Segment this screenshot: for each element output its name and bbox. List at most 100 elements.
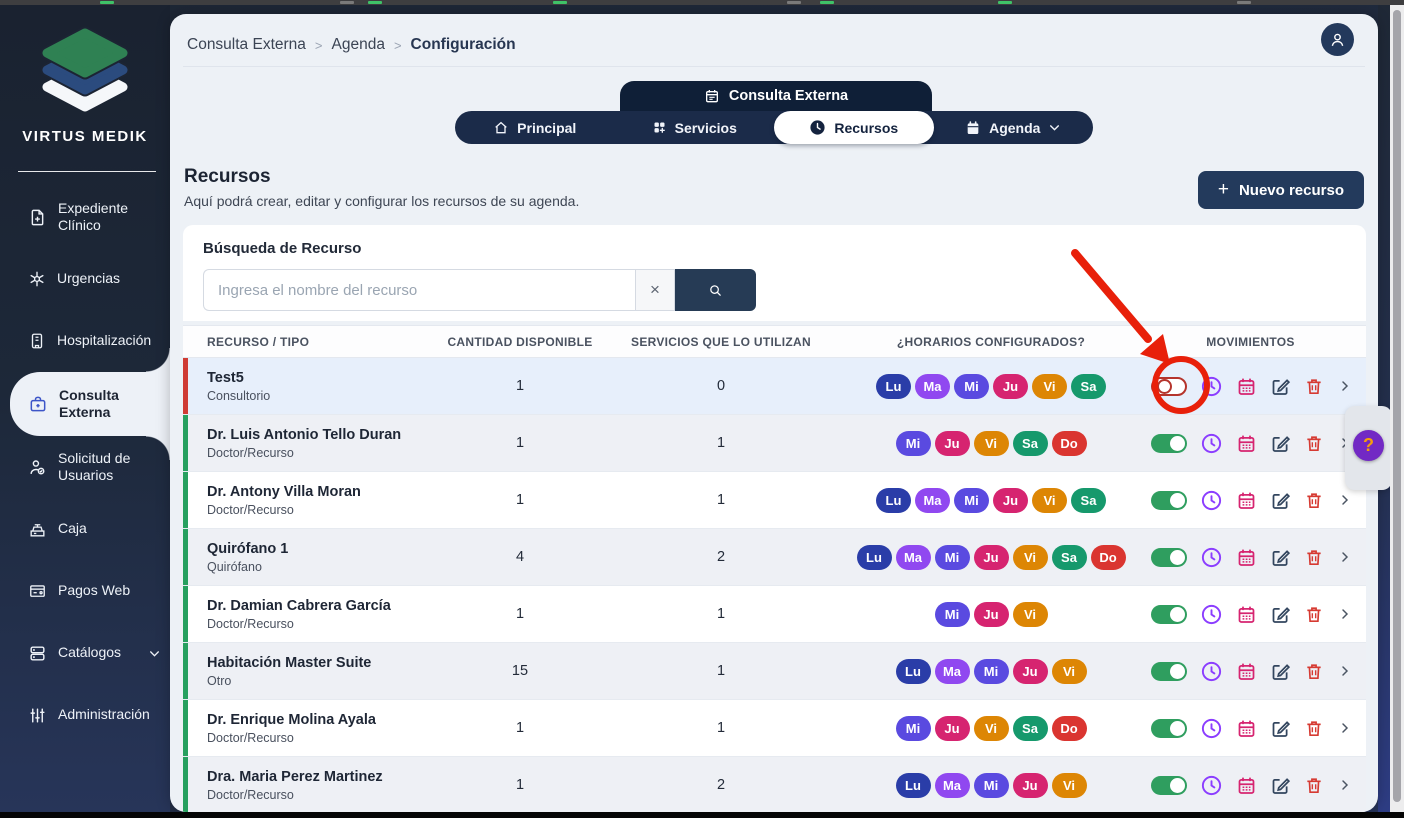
- hospital-icon: [28, 332, 46, 350]
- day-badge: Mi: [974, 773, 1009, 798]
- delete-trash-icon[interactable]: [1304, 775, 1324, 796]
- sidebar-item-caja[interactable]: Caja: [0, 498, 170, 560]
- delete-trash-icon[interactable]: [1304, 433, 1324, 454]
- day-badge: Mi: [954, 374, 989, 399]
- enable-toggle-on[interactable]: [1151, 662, 1187, 681]
- scrollbar-thumb[interactable]: [1393, 10, 1401, 802]
- chevron-right-icon[interactable]: [1337, 720, 1353, 736]
- day-badge: Sa: [1013, 716, 1048, 741]
- chevron-right-icon[interactable]: [1337, 777, 1353, 793]
- sidebar-item-hospitalizacion[interactable]: Hospitalización: [0, 310, 170, 372]
- sidebar-item-pagos-web[interactable]: Pagos Web: [0, 560, 170, 622]
- calendar-icon[interactable]: [1236, 604, 1257, 625]
- enable-toggle-on[interactable]: [1151, 719, 1187, 738]
- day-badge: Lu: [857, 545, 892, 570]
- day-badges: MiJuVi: [847, 602, 1135, 627]
- calendar-icon[interactable]: [1236, 433, 1257, 454]
- row-status-strip: [183, 529, 188, 585]
- resource-type: Otro: [207, 674, 445, 688]
- delete-trash-icon[interactable]: [1304, 376, 1324, 397]
- col-horarios: ¿HORARIOS CONFIGURADOS?: [847, 335, 1135, 349]
- edit-icon[interactable]: [1270, 604, 1291, 625]
- schedule-clock-icon[interactable]: [1200, 660, 1223, 683]
- enable-toggle-on[interactable]: [1151, 491, 1187, 510]
- sliders-icon: [28, 706, 47, 725]
- help-button[interactable]: ?: [1353, 430, 1384, 461]
- delete-trash-icon[interactable]: [1304, 604, 1324, 625]
- enable-toggle-on[interactable]: [1151, 776, 1187, 795]
- tab-recursos[interactable]: Recursos: [774, 111, 934, 144]
- tab-tick: [340, 1, 354, 4]
- delete-trash-icon[interactable]: [1304, 547, 1324, 568]
- search-button[interactable]: [675, 269, 756, 311]
- calendar-icon[interactable]: [1236, 490, 1257, 511]
- edit-icon[interactable]: [1270, 547, 1291, 568]
- sidebar-item-catalogos[interactable]: Catálogos: [0, 622, 170, 684]
- row-actions: [1135, 375, 1366, 398]
- tab-servicios[interactable]: Servicios: [615, 111, 775, 144]
- tab-principal[interactable]: Principal: [455, 111, 615, 144]
- calendar-icon: [704, 88, 720, 104]
- chevron-right-icon[interactable]: [1337, 663, 1353, 679]
- calendar-icon[interactable]: [1236, 661, 1257, 682]
- new-resource-label: Nuevo recurso: [1239, 182, 1344, 199]
- schedule-clock-icon[interactable]: [1200, 774, 1223, 797]
- resource-type: Quirófano: [207, 560, 445, 574]
- tab-tick: [100, 1, 114, 4]
- bottom-edge-bar: [0, 812, 1404, 818]
- sidebar-item-expediente-clinico[interactable]: Expediente Clínico: [0, 186, 170, 248]
- tab-agenda[interactable]: Agenda: [934, 111, 1094, 144]
- day-badges: LuMaMiJuVi: [847, 659, 1135, 684]
- page-subtitle: Aquí podrá crear, editar y configurar lo…: [184, 193, 579, 209]
- calendar-icon[interactable]: [1236, 775, 1257, 796]
- chevron-right-icon[interactable]: [1337, 378, 1353, 394]
- calendar-icon[interactable]: [1236, 718, 1257, 739]
- resource-type: Doctor/Recurso: [207, 503, 445, 517]
- calendar-icon[interactable]: [1236, 376, 1257, 397]
- clear-search-button[interactable]: ×: [635, 269, 675, 311]
- row-status-strip: [183, 700, 188, 756]
- tab-label: Principal: [517, 120, 576, 136]
- edit-icon[interactable]: [1270, 376, 1291, 397]
- sidebar-item-solicitud-usuarios[interactable]: Solicitud de Usuarios: [0, 436, 170, 498]
- calendar-icon[interactable]: [1236, 547, 1257, 568]
- delete-trash-icon[interactable]: [1304, 718, 1324, 739]
- chevron-right-icon[interactable]: [1337, 492, 1353, 508]
- user-avatar-button[interactable]: [1321, 23, 1354, 56]
- delete-trash-icon[interactable]: [1304, 490, 1324, 511]
- edit-icon[interactable]: [1270, 661, 1291, 682]
- breadcrumb-consulta-externa[interactable]: Consulta Externa: [187, 36, 306, 54]
- resource-name: Dr. Antony Villa Moran: [207, 483, 445, 502]
- enable-toggle-off[interactable]: [1151, 377, 1187, 396]
- sidebar-item-label: Urgencias: [57, 270, 120, 288]
- sidebar-item-label: Hospitalización: [57, 332, 151, 350]
- chevron-right-icon[interactable]: [1337, 549, 1353, 565]
- plus-icon: +: [1218, 179, 1229, 201]
- breadcrumb-agenda[interactable]: Agenda: [332, 36, 385, 54]
- enable-toggle-on[interactable]: [1151, 434, 1187, 453]
- schedule-clock-icon[interactable]: [1200, 546, 1223, 569]
- main-content: Consulta Externa > Agenda > Configuració…: [170, 14, 1378, 812]
- search-input[interactable]: [203, 269, 635, 311]
- day-badge: Ma: [915, 374, 950, 399]
- sidebar-item-administracion[interactable]: Administración: [0, 684, 170, 746]
- chevron-right-icon[interactable]: [1337, 606, 1353, 622]
- day-badge: Mi: [896, 716, 931, 741]
- schedule-clock-icon[interactable]: [1200, 717, 1223, 740]
- day-badges: LuMaMiJuViSa: [847, 374, 1135, 399]
- edit-icon[interactable]: [1270, 775, 1291, 796]
- schedule-clock-icon[interactable]: [1200, 603, 1223, 626]
- enable-toggle-on[interactable]: [1151, 605, 1187, 624]
- edit-icon[interactable]: [1270, 433, 1291, 454]
- schedule-clock-icon[interactable]: [1200, 375, 1223, 398]
- sidebar-item-consulta-externa[interactable]: Consulta Externa: [10, 372, 170, 436]
- schedule-clock-icon[interactable]: [1200, 432, 1223, 455]
- schedule-clock-icon[interactable]: [1200, 489, 1223, 512]
- delete-trash-icon[interactable]: [1304, 661, 1324, 682]
- enable-toggle-on[interactable]: [1151, 548, 1187, 567]
- new-resource-button[interactable]: + Nuevo recurso: [1198, 171, 1364, 209]
- edit-icon[interactable]: [1270, 718, 1291, 739]
- browser-tab-strip: [0, 0, 1404, 5]
- sidebar-item-urgencias[interactable]: Urgencias: [0, 248, 170, 310]
- edit-icon[interactable]: [1270, 490, 1291, 511]
